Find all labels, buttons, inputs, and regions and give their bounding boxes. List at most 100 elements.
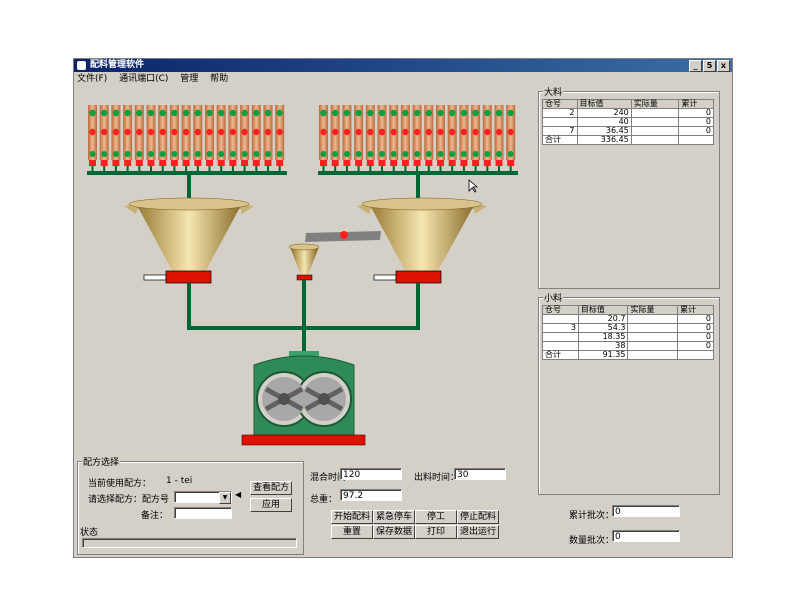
current-recipe-label: 当前使用配方： bbox=[88, 479, 152, 489]
silo-unit bbox=[146, 105, 156, 172]
silo-unit bbox=[494, 105, 504, 172]
silo-unit bbox=[123, 105, 133, 172]
close-button[interactable]: x bbox=[717, 60, 730, 72]
panel-minor-materials: 小料 仓号 目标值 实际量 累计 20.7 0 3 54.3 0 18.35 0 38 0… bbox=[538, 291, 720, 495]
start-batching-button[interactable]: 开始配料 bbox=[331, 510, 373, 524]
silo-unit bbox=[506, 105, 516, 172]
arrow-left-icon: ◀ bbox=[235, 490, 242, 499]
batch-count-field: 0 bbox=[612, 505, 680, 517]
recipe-select[interactable]: ▼ bbox=[174, 491, 232, 504]
batch-count-label: 累计批次： bbox=[569, 511, 615, 521]
table-row[interactable]: 38 0 bbox=[542, 341, 714, 351]
silo-unit bbox=[471, 105, 481, 172]
silo-unit bbox=[424, 105, 434, 172]
discharge-time-input[interactable]: 30 bbox=[454, 468, 506, 480]
silo-unit bbox=[240, 105, 250, 172]
silo-unit bbox=[181, 105, 191, 172]
remark-input[interactable] bbox=[174, 507, 232, 519]
menu-file[interactable]: 文件(F) bbox=[77, 74, 107, 84]
right-collector-pipe bbox=[318, 171, 518, 175]
right-gate bbox=[395, 270, 442, 284]
maximize-button[interactable]: 5 bbox=[703, 60, 716, 72]
table-row[interactable]: 18.35 0 bbox=[542, 332, 714, 342]
stop-work-button[interactable]: 停工 bbox=[415, 510, 457, 524]
silo-unit bbox=[111, 105, 121, 172]
stop-batching-button[interactable]: 停止配料 bbox=[457, 510, 499, 524]
total-weight-input[interactable]: 97.2 bbox=[340, 489, 402, 501]
silo-unit bbox=[263, 105, 273, 172]
header-bin: 仓号 bbox=[542, 305, 579, 315]
silo-unit bbox=[216, 105, 226, 172]
header-actual: 实际量 bbox=[630, 99, 680, 109]
panel-bulk-materials: 大料 仓号 目标值 实际量 累计 2 240 0 40 0 7 36.45 0 合计 336… bbox=[538, 85, 720, 289]
small-gate bbox=[296, 274, 313, 281]
menu-bar: 文件(F) 通讯端口(C) 管理 帮助 bbox=[74, 73, 534, 85]
panel-minor-legend: 小料 bbox=[543, 291, 564, 304]
reset-button[interactable]: 重置 bbox=[331, 525, 373, 539]
mixer-inlet-pipe bbox=[302, 330, 306, 354]
left-collector-pipe bbox=[87, 171, 287, 175]
silo-unit bbox=[228, 105, 238, 172]
silo-unit bbox=[134, 105, 144, 172]
remark-label: 备注： bbox=[141, 511, 169, 521]
left-gate bbox=[165, 270, 212, 284]
exit-button[interactable]: 退出运行 bbox=[457, 525, 499, 539]
panel-bulk-legend: 大料 bbox=[543, 85, 564, 98]
title-bar: 配料管理软件 _ 5 x bbox=[74, 59, 732, 72]
silo-unit bbox=[99, 105, 109, 172]
right-gate-cylinder bbox=[373, 274, 397, 281]
table-total-row: 合计 91.35 bbox=[542, 350, 714, 360]
silo-unit bbox=[205, 105, 214, 172]
silo-unit bbox=[251, 105, 261, 172]
silo-unit bbox=[158, 105, 168, 172]
silo-unit bbox=[342, 105, 352, 172]
apply-button[interactable]: 应用 bbox=[250, 498, 292, 512]
silo-unit bbox=[389, 105, 399, 172]
silo-bank bbox=[88, 105, 516, 172]
small-weigh-hopper bbox=[288, 243, 320, 275]
quantity-batch-label: 数量批次： bbox=[569, 536, 615, 546]
table-row[interactable]: 20.7 0 bbox=[542, 314, 714, 324]
process-diagram bbox=[87, 105, 518, 446]
emergency-stop-button[interactable]: 紧急停车 bbox=[373, 510, 415, 524]
right-outlet-pipe bbox=[416, 283, 420, 328]
header-actual: 实际量 bbox=[627, 305, 679, 315]
left-outlet-pipe bbox=[187, 283, 191, 328]
save-data-button[interactable]: 保存数据 bbox=[373, 525, 415, 539]
left-gate-cylinder bbox=[143, 274, 167, 281]
discharge-time-label: 出料时间： bbox=[414, 473, 460, 483]
recipe-selection-group: 配方选择 当前使用配方： 1 - tei 请选择配方： 配方号 ▼ ◀ 备注： … bbox=[77, 455, 304, 555]
silo-unit bbox=[459, 105, 469, 172]
minor-materials-table: 仓号 目标值 实际量 累计 20.7 0 3 54.3 0 18.35 0 38 0 合计… bbox=[542, 305, 714, 360]
silo-unit bbox=[275, 105, 285, 172]
silo-unit bbox=[169, 105, 179, 172]
mouse-cursor-icon bbox=[468, 179, 478, 193]
query-recipe-button[interactable]: 查看配方 bbox=[250, 481, 292, 495]
mix-time-input[interactable]: 120 bbox=[340, 468, 402, 480]
silo-unit bbox=[377, 105, 387, 172]
table-total-row: 合计 336.45 bbox=[542, 135, 714, 145]
silo-unit bbox=[482, 105, 492, 172]
silo-unit bbox=[447, 105, 457, 172]
silo-unit bbox=[354, 105, 364, 172]
merge-pipe bbox=[187, 326, 420, 330]
window-title: 配料管理软件 bbox=[90, 60, 145, 70]
current-recipe-value: 1 - tei bbox=[166, 476, 193, 486]
bulk-materials-table: 仓号 目标值 实际量 累计 2 240 0 40 0 7 36.45 0 合计 336.45 bbox=[542, 99, 714, 145]
menu-help[interactable]: 帮助 bbox=[210, 74, 228, 84]
table-row[interactable]: 3 54.3 0 bbox=[542, 323, 714, 333]
left-drop-pipe bbox=[187, 175, 191, 200]
silo-unit bbox=[88, 105, 97, 172]
total-weight-label: 总重： bbox=[310, 495, 338, 505]
menu-manage[interactable]: 管理 bbox=[180, 74, 198, 84]
app-icon bbox=[77, 61, 86, 70]
status-label: 状态 bbox=[80, 528, 99, 538]
minimize-button[interactable]: _ bbox=[689, 60, 702, 72]
silo-unit bbox=[319, 105, 328, 172]
silo-unit bbox=[436, 105, 445, 172]
menu-comm-port[interactable]: 通讯端口(C) bbox=[119, 74, 168, 84]
select-recipe-label: 请选择配方： bbox=[88, 495, 143, 505]
print-button[interactable]: 打印 bbox=[415, 525, 457, 539]
chevron-down-icon[interactable]: ▼ bbox=[219, 492, 231, 504]
app-window: 配料管理软件 _ 5 x 文件(F) 通讯端口(C) 管理 帮助 大料 仓号 目… bbox=[73, 58, 733, 558]
